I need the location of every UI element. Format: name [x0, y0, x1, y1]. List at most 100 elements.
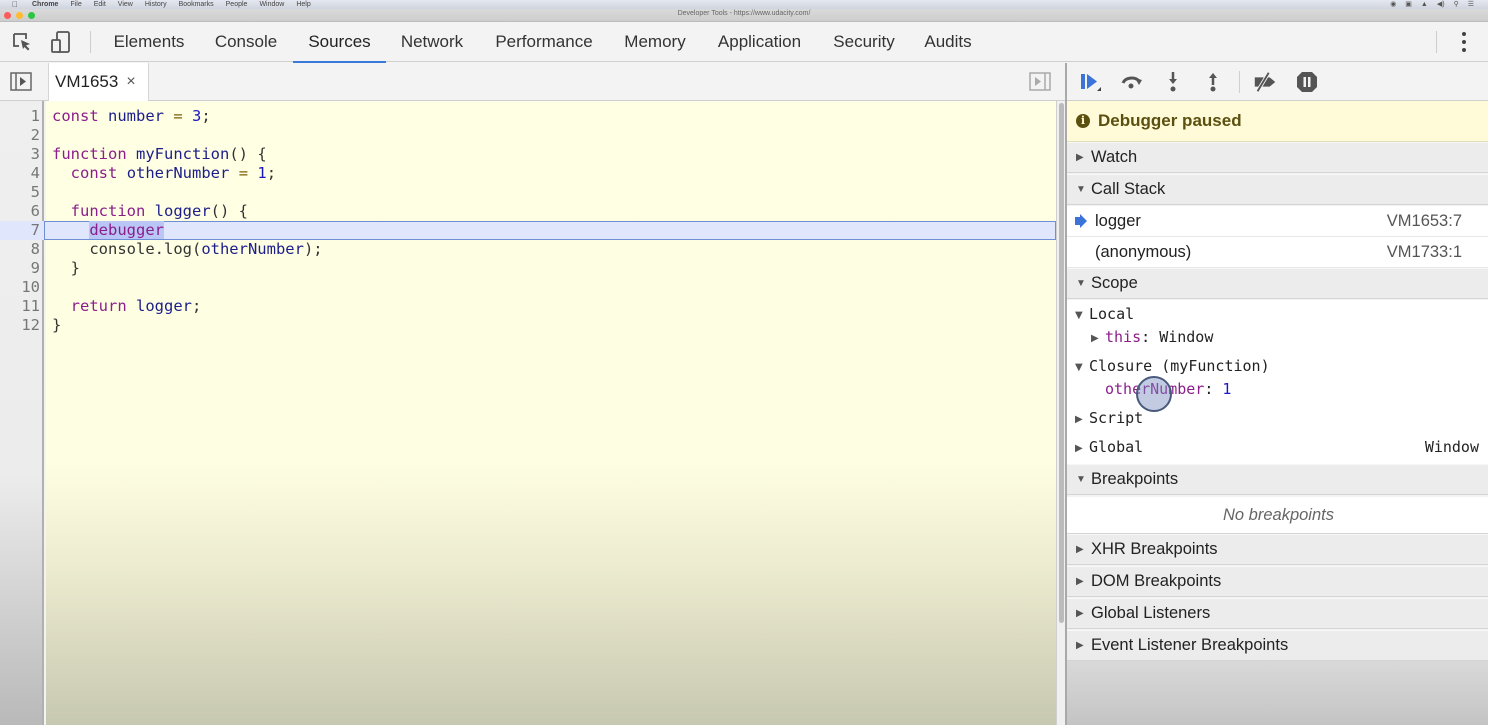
section-event-listener-breakpoints[interactable]: ▶ Event Listener Breakpoints [1067, 630, 1488, 661]
apple-icon[interactable]:  [12, 0, 18, 9]
code-text: return logger; [70, 297, 202, 315]
expand-right-icon: ▶ [1075, 414, 1083, 425]
editor-scrollbar[interactable] [1056, 101, 1065, 725]
code-line: 5 [0, 183, 1056, 202]
code-text: } [52, 316, 62, 334]
code-line: 12 } [0, 316, 1056, 335]
section-global-listeners[interactable]: ▶ Global Listeners [1067, 598, 1488, 629]
toggle-navigator-icon[interactable] [10, 72, 32, 91]
collapse-down-icon: ▼ [1076, 278, 1086, 289]
section-title: Event Listener Breakpoints [1091, 636, 1289, 654]
scope-closure[interactable]: ▼ Closure (myFunction) [1075, 355, 1270, 377]
line-number[interactable]: 1 [0, 107, 40, 126]
inspect-element-icon[interactable] [10, 30, 34, 54]
section-title: Breakpoints [1091, 470, 1179, 488]
call-frame-location[interactable]: VM1733:1 [1387, 243, 1462, 262]
code-text: debugger [89, 221, 164, 239]
tab-network[interactable]: Network [392, 22, 472, 62]
call-frame-row[interactable]: logger VM1653:7 [1067, 206, 1488, 237]
line-number[interactable]: 7 [0, 221, 40, 240]
tab-elements[interactable]: Elements [102, 22, 196, 62]
tab-audits[interactable]: Audits [917, 22, 979, 62]
editor-scrollbar-thumb[interactable] [1059, 103, 1064, 623]
menu-edit[interactable]: Edit [94, 0, 106, 9]
notification-center-icon[interactable]: ☰ [1468, 0, 1474, 9]
line-number[interactable]: 3 [0, 145, 40, 164]
call-frame-row[interactable]: (anonymous) VM1733:1 [1067, 237, 1488, 268]
line-number[interactable]: 6 [0, 202, 40, 221]
line-number[interactable]: 2 [0, 126, 40, 145]
section-title: XHR Breakpoints [1091, 540, 1218, 558]
pause-on-exceptions-icon[interactable] [1294, 69, 1320, 95]
scope-local[interactable]: ▼ Local [1075, 303, 1134, 325]
code-line: 1 const number = 3; [0, 107, 1056, 126]
tab-performance[interactable]: Performance [486, 22, 602, 62]
menu-app-name[interactable]: Chrome [32, 0, 58, 9]
file-tab-vm1653[interactable]: VM1653 × [48, 63, 149, 101]
menu-file[interactable]: File [70, 0, 81, 9]
scope-this-property[interactable]: ▶ this: Window [1091, 326, 1213, 348]
screen-icon[interactable]: ▣ [1405, 0, 1412, 9]
line-number[interactable]: 5 [0, 183, 40, 202]
section-call-stack[interactable]: ▼ Call Stack [1067, 174, 1488, 205]
section-dom-breakpoints[interactable]: ▶ DOM Breakpoints [1067, 566, 1488, 597]
section-xhr-breakpoints[interactable]: ▶ XHR Breakpoints [1067, 534, 1488, 565]
section-scope[interactable]: ▼ Scope [1067, 268, 1488, 299]
toolbar-divider [90, 31, 91, 53]
code-text: function logger() { [70, 202, 248, 220]
spotlight-icon[interactable]: ⚲ [1454, 0, 1459, 9]
menu-help[interactable]: Help [296, 0, 310, 9]
section-breakpoints[interactable]: ▼ Breakpoints [1067, 464, 1488, 495]
menu-extras: ◉ ▣ ▲ ◀) ⚲ ☰ [1390, 0, 1474, 9]
scope-global[interactable]: ▶ Global Window [1075, 436, 1485, 458]
expand-right-icon: ▶ [1076, 608, 1084, 619]
more-options-icon[interactable] [1454, 30, 1474, 54]
expand-right-icon: ▶ [1091, 333, 1099, 344]
tab-memory[interactable]: Memory [616, 22, 694, 62]
step-out-icon[interactable] [1200, 69, 1226, 95]
step-over-icon[interactable] [1119, 69, 1145, 95]
toggle-debugger-icon[interactable] [1029, 72, 1051, 91]
status-icon[interactable]: ◉ [1390, 0, 1396, 9]
line-number[interactable]: 9 [0, 259, 40, 278]
resume-icon[interactable] [1077, 69, 1103, 95]
scope-script[interactable]: ▶ Script [1075, 407, 1143, 429]
volume-icon[interactable]: ◀) [1437, 0, 1445, 9]
close-tab-icon[interactable]: × [126, 73, 135, 91]
expand-right-icon: ▶ [1076, 640, 1084, 651]
tab-sources[interactable]: Sources [293, 22, 386, 63]
deactivate-breakpoints-icon[interactable] [1252, 69, 1278, 95]
expand-right-icon: ▶ [1075, 443, 1083, 454]
call-frame-name: logger [1095, 211, 1141, 230]
line-number[interactable]: 12 [0, 316, 40, 335]
drive-icon[interactable]: ▲ [1421, 0, 1428, 9]
menu-history[interactable]: History [145, 0, 167, 9]
debugger-sidebar: i Debugger paused ▶ Watch ▼ Call Stack l… [1065, 63, 1488, 725]
window-title: Developer Tools - https://www.udacity.co… [677, 10, 811, 17]
code-line: 6 function logger() { [0, 202, 1056, 221]
code-text: const otherNumber = 1; [70, 164, 277, 182]
tab-console[interactable]: Console [204, 22, 288, 62]
collapse-down-icon: ▼ [1075, 362, 1083, 373]
code-editor[interactable]: 1 const number = 3; 2 3 function myFunct… [0, 101, 1056, 725]
line-number[interactable]: 4 [0, 164, 40, 183]
tab-security[interactable]: Security [825, 22, 903, 62]
menu-window[interactable]: Window [259, 0, 284, 9]
scope-tree: ▼ Local ▶ this: Window ▼ Closure (myFunctio… [1067, 300, 1488, 464]
line-number[interactable]: 11 [0, 297, 40, 316]
code-text: function myFunction() { [52, 145, 267, 163]
step-into-icon[interactable] [1160, 69, 1186, 95]
tab-application[interactable]: Application [708, 22, 811, 62]
file-tab-label: VM1653 [55, 72, 119, 91]
call-frame-location[interactable]: VM1653:7 [1387, 212, 1462, 231]
line-number[interactable]: 8 [0, 240, 40, 259]
menu-people[interactable]: People [226, 0, 248, 9]
device-toolbar-icon[interactable] [49, 30, 73, 54]
section-title: DOM Breakpoints [1091, 572, 1222, 590]
section-watch[interactable]: ▶ Watch [1067, 142, 1488, 173]
menu-view[interactable]: View [118, 0, 133, 9]
call-frame-name: (anonymous) [1095, 242, 1192, 261]
source-tab-strip: VM1653 × [0, 63, 1065, 101]
line-number[interactable]: 10 [0, 278, 40, 297]
menu-bookmarks[interactable]: Bookmarks [179, 0, 214, 9]
